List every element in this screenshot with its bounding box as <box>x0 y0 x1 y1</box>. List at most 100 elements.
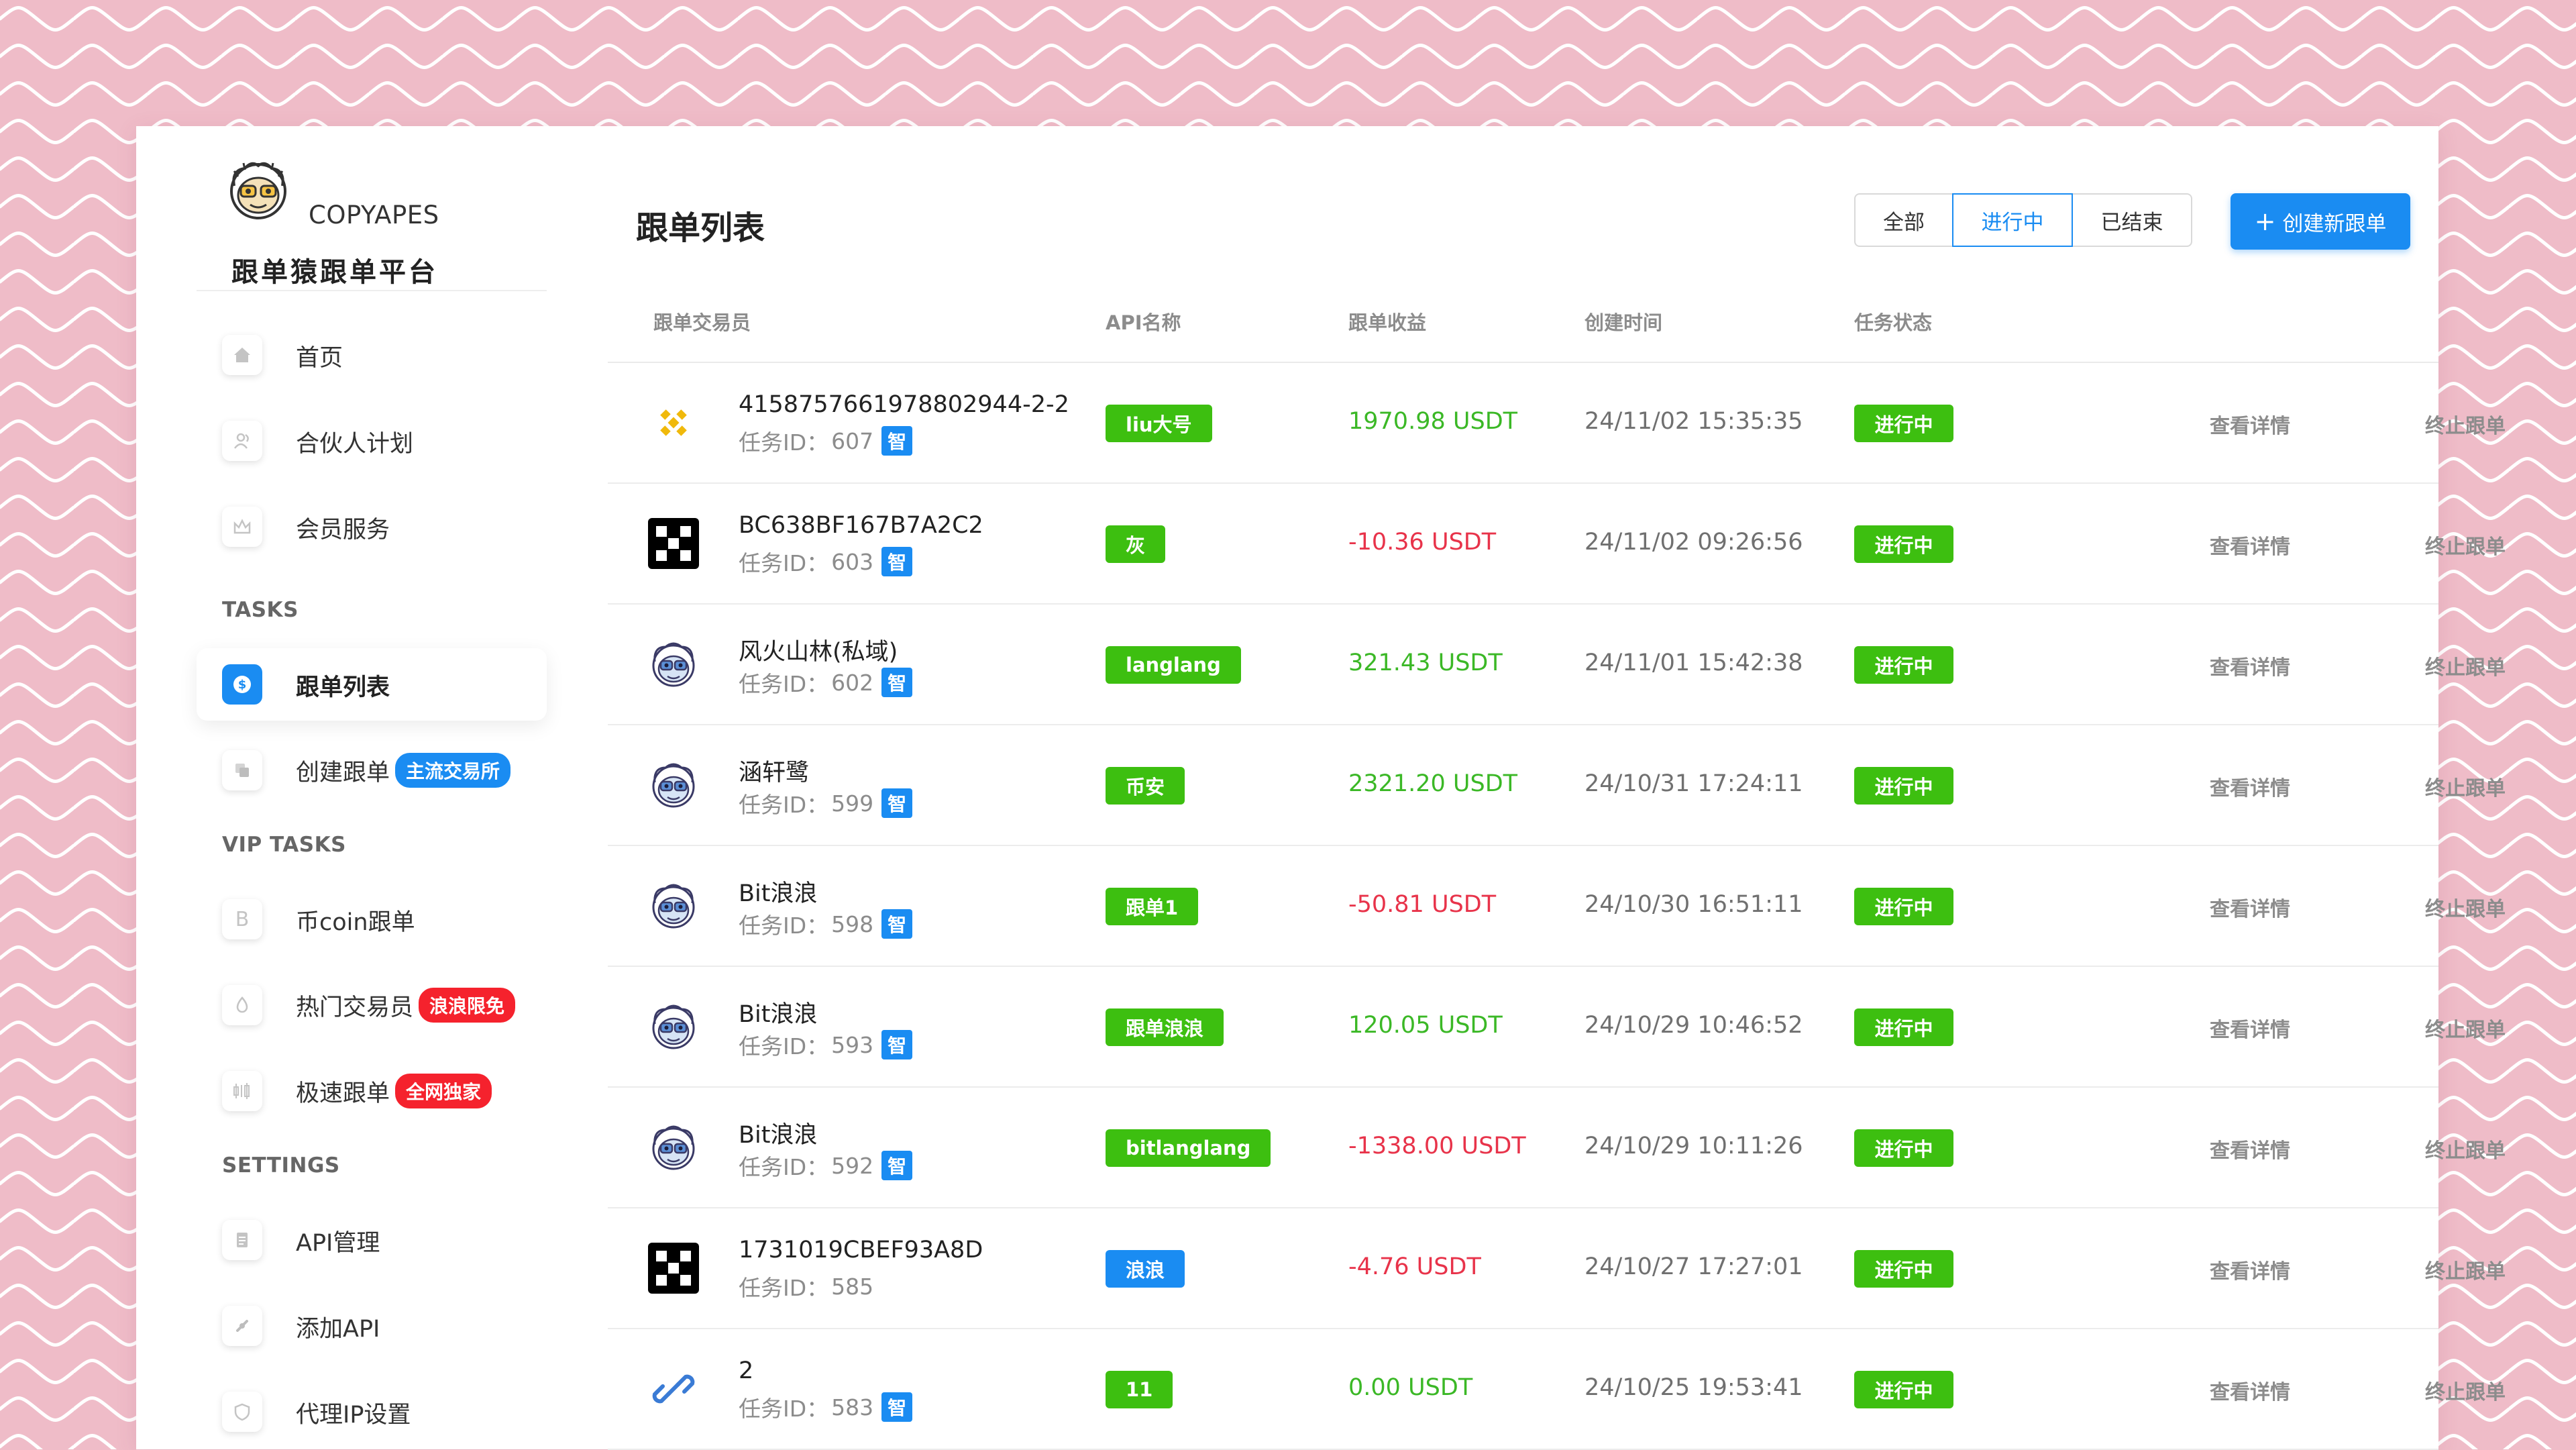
view-detail-link[interactable]: 查看详情 <box>2210 1134 2290 1163</box>
stop-copy-link[interactable]: 终止跟单 <box>2425 1013 2506 1043</box>
profit-value: -50.81 USDT <box>1348 891 1497 918</box>
view-detail-link[interactable]: 查看详情 <box>2210 1255 2290 1284</box>
view-detail-link[interactable]: 查看详情 <box>2210 1376 2290 1405</box>
sidebar-item-label: 币coin跟单 <box>296 909 415 936</box>
api-name-tag: 11 <box>1106 1371 1173 1408</box>
api-name-tag: 浪浪 <box>1106 1250 1185 1288</box>
shield-icon <box>222 1392 262 1432</box>
task-id: 602 <box>831 669 874 696</box>
task-id-label: 任务ID： <box>739 1154 829 1180</box>
stop-copy-link[interactable]: 终止跟单 <box>2425 1255 2506 1284</box>
profit-value: 120.05 USDT <box>1348 1012 1503 1039</box>
brand[interactable]: COPYAPES 跟单猿跟单平台 <box>225 156 527 288</box>
sidebar-item-api-management[interactable]: API管理 <box>197 1204 547 1276</box>
sidebar-item-label-group: 创建跟单 主流交易所 <box>296 753 511 788</box>
view-detail-link[interactable]: 查看详情 <box>2210 530 2290 560</box>
plug-icon <box>222 1306 262 1346</box>
create-copy-button[interactable]: + 创建新跟单 <box>2231 193 2410 250</box>
sidebar-item-create-copy[interactable]: 创建跟单 主流交易所 <box>197 734 547 807</box>
sidebar-item-label: 热门交易员 <box>296 994 414 1021</box>
task-id: 599 <box>831 790 874 817</box>
candlestick-icon <box>222 1071 262 1111</box>
sidebar-item-partner[interactable]: 合伙人计划 <box>197 405 547 477</box>
trader-name: 涵轩鹭 <box>739 760 810 786</box>
table-row: Bit浪浪 任务ID： 592 智 bitlanglang -1338.00 USDT 24… <box>608 1088 2506 1208</box>
column-header-created: 创建时间 <box>1585 311 1663 334</box>
task-id: 583 <box>831 1394 874 1420</box>
sidebar-item-label-group: 极速跟单 全网独家 <box>296 1074 492 1108</box>
smart-tag: 智 <box>881 1151 913 1180</box>
view-detail-link[interactable]: 查看详情 <box>2210 1013 2290 1043</box>
status-badge: 进行中 <box>1854 1371 1953 1408</box>
sidebar-item-add-api[interactable]: 添加API <box>197 1290 547 1362</box>
smart-tag: 智 <box>881 426 913 456</box>
task-line: 任务ID： 585 <box>739 1270 873 1302</box>
column-header-status: 任务状态 <box>1854 311 1933 334</box>
task-id: 607 <box>831 427 874 454</box>
stop-copy-link[interactable]: 终止跟单 <box>2425 1376 2506 1405</box>
status-badge: 进行中 <box>1854 767 1953 805</box>
filter-ended[interactable]: 已结束 <box>2072 193 2192 247</box>
task-id-label: 任务ID： <box>739 1033 829 1059</box>
view-detail-link[interactable]: 查看详情 <box>2210 772 2290 801</box>
sidebar-item-label: 跟单列表 <box>296 674 390 701</box>
smart-tag: 智 <box>881 909 913 939</box>
sidebar: COPYAPES 跟单猿跟单平台 首页 合伙人计划 会员服务 TASKS $ 跟… <box>136 126 606 1449</box>
smart-tag: 智 <box>881 1392 913 1422</box>
sidebar-item-proxy-ip[interactable]: 代理IP设置 <box>197 1376 547 1448</box>
stop-copy-link[interactable]: 终止跟单 <box>2425 530 2506 560</box>
api-name-tag: liu大号 <box>1106 405 1212 442</box>
sidebar-item-speed-copy[interactable]: 极速跟单 全网独家 <box>197 1055 547 1127</box>
task-line: 任务ID： 592 智 <box>739 1149 913 1182</box>
status-badge: 进行中 <box>1854 1250 1953 1288</box>
trader-name: 风火山林(私域) <box>739 639 898 666</box>
monkey-avatar-icon <box>647 1000 700 1053</box>
api-name-tag: bitlanglang <box>1106 1129 1271 1167</box>
created-time: 24/11/02 09:26:56 <box>1585 529 1803 556</box>
okx-logo-icon <box>647 1241 700 1295</box>
svg-text:$: $ <box>238 678 247 692</box>
trader-name: 1731019CBEF93A8D <box>739 1237 983 1263</box>
filter-all[interactable]: 全部 <box>1854 193 1953 247</box>
trader-name: BC638BF167B7A2C2 <box>739 512 983 539</box>
status-badge: 进行中 <box>1854 646 1953 684</box>
monkey-avatar-icon <box>647 879 700 933</box>
stop-copy-link[interactable]: 终止跟单 <box>2425 1134 2506 1163</box>
divider <box>197 290 547 291</box>
table-row: 2 任务ID： 583 智 11 0.00 USDT 24/10/25 19:53:41 进行… <box>608 1329 2506 1450</box>
filter-running[interactable]: 进行中 <box>1952 193 2073 247</box>
task-line: 任务ID： 598 智 <box>739 908 913 940</box>
monkey-avatar-icon <box>647 1121 700 1174</box>
create-copy-label: 创建新跟单 <box>2282 211 2387 236</box>
created-time: 24/11/02 15:35:35 <box>1585 408 1803 435</box>
profit-value: -1338.00 USDT <box>1348 1133 1526 1159</box>
task-id-label: 任务ID： <box>739 671 829 697</box>
view-detail-link[interactable]: 查看详情 <box>2210 409 2290 439</box>
task-id: 603 <box>831 548 874 575</box>
sidebar-item-hot-traders[interactable]: 热门交易员 浪浪限免 <box>197 969 547 1041</box>
view-detail-link[interactable]: 查看详情 <box>2210 651 2290 680</box>
task-id-label: 任务ID： <box>739 792 829 818</box>
api-name-tag: 跟单浪浪 <box>1106 1008 1224 1046</box>
created-time: 24/10/27 17:27:01 <box>1585 1253 1803 1280</box>
sidebar-item-bcoin[interactable]: B 币coin跟单 <box>197 883 547 955</box>
task-id: 598 <box>831 911 874 937</box>
stop-copy-link[interactable]: 终止跟单 <box>2425 892 2506 922</box>
trader-name: Bit浪浪 <box>739 1122 818 1149</box>
sidebar-item-member[interactable]: 会员服务 <box>197 490 547 563</box>
sidebar-item-home[interactable]: 首页 <box>197 319 547 391</box>
free-badge: 浪浪限免 <box>419 988 516 1023</box>
section-settings: SETTINGS <box>222 1153 340 1178</box>
stop-copy-link[interactable]: 终止跟单 <box>2425 772 2506 801</box>
status-badge: 进行中 <box>1854 1129 1953 1167</box>
stop-copy-link[interactable]: 终止跟单 <box>2425 409 2506 439</box>
sidebar-item-label: 会员服务 <box>296 517 390 543</box>
task-line: 任务ID： 602 智 <box>739 666 913 698</box>
profit-value: -4.76 USDT <box>1348 1253 1481 1280</box>
sidebar-item-copy-list[interactable]: $ 跟单列表 <box>197 648 547 721</box>
table-row: Bit浪浪 任务ID： 593 智 跟单浪浪 120.05 USDT 24/10/29 10… <box>608 967 2506 1088</box>
stop-copy-link[interactable]: 终止跟单 <box>2425 651 2506 680</box>
task-id-label: 任务ID： <box>739 550 829 576</box>
view-detail-link[interactable]: 查看详情 <box>2210 892 2290 922</box>
binance-logo-icon <box>647 396 700 450</box>
